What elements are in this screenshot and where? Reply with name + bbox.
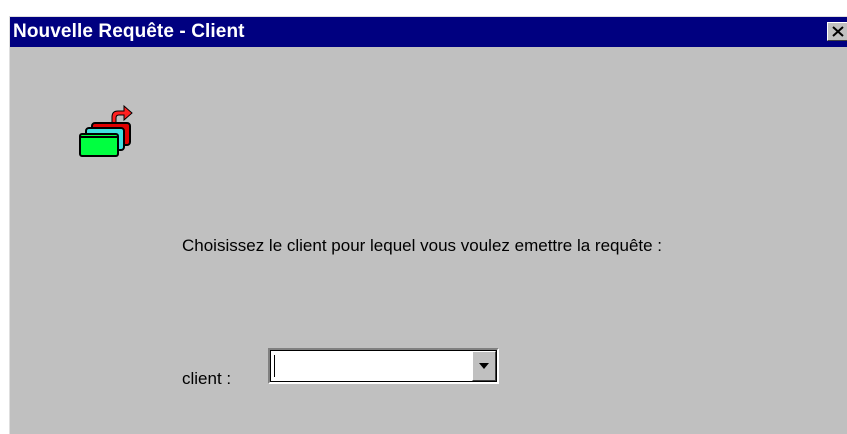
chevron-down-icon [479,363,489,369]
client-combobox[interactable] [268,348,499,384]
dialog-window: Nouvelle Requête - Client Choisissez le … [9,16,847,434]
title-bar[interactable]: Nouvelle Requête - Client [10,17,847,47]
window-title: Nouvelle Requête - Client [13,21,245,42]
close-icon [832,26,844,37]
instruction-text: Choisissez le client pour lequel vous vo… [182,236,663,255]
new-request-icon [72,97,138,159]
client-dropdown-button[interactable] [472,351,496,381]
close-button[interactable] [827,22,847,41]
client-label: client : [182,369,232,388]
text-caret [274,355,275,377]
